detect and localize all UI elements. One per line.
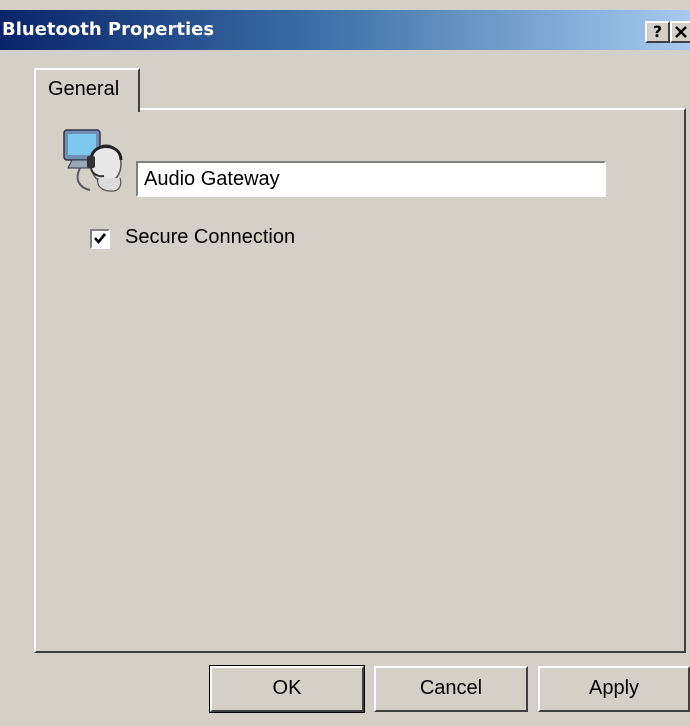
checkmark-icon (94, 233, 107, 245)
secure-connection-label: Secure Connection (125, 226, 296, 248)
device-name-input[interactable] (136, 161, 606, 197)
secure-connection-checkbox[interactable] (90, 229, 110, 249)
tab-general[interactable]: General (34, 68, 140, 112)
close-icon (675, 26, 687, 38)
tab-general-label: General (48, 78, 120, 100)
ok-button[interactable]: OK (209, 665, 365, 713)
headset-computer-icon (63, 129, 123, 192)
title-bar[interactable]: Bluetooth Properties ? (0, 10, 690, 50)
window-title: Bluetooth Properties (2, 19, 215, 40)
help-button[interactable]: ? (645, 21, 670, 43)
cancel-button[interactable]: Cancel (374, 666, 528, 712)
bluetooth-properties-dialog: Bluetooth Properties ? General Secure Co… (0, 0, 690, 726)
apply-button[interactable]: Apply (538, 666, 690, 712)
close-button[interactable] (670, 21, 690, 43)
